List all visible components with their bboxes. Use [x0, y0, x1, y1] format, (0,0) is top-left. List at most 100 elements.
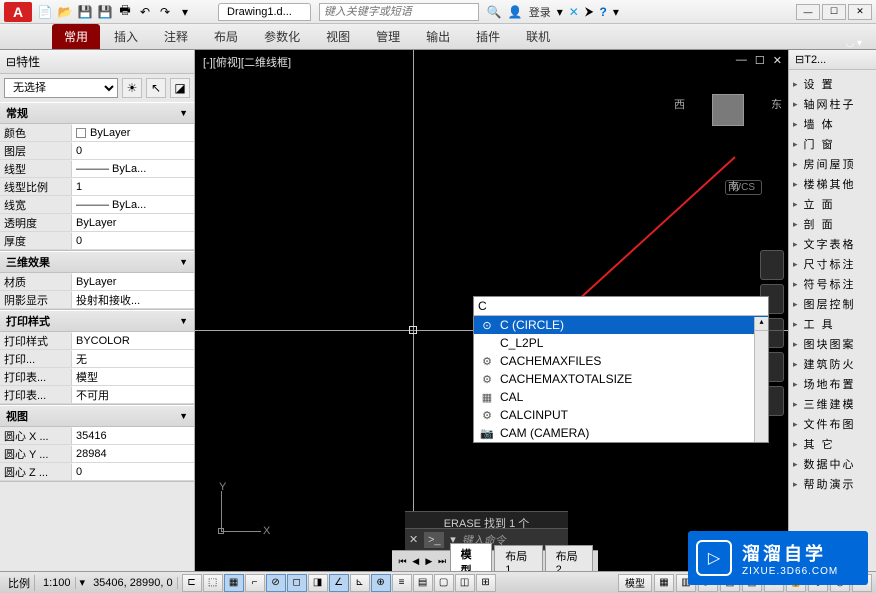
tree-item-other[interactable]: ▸其 它	[791, 434, 874, 454]
tree-item-section[interactable]: ▸剖 面	[791, 214, 874, 234]
suggest-item[interactable]: C_L2PL	[474, 334, 768, 352]
select-objects-icon[interactable]: ↖	[146, 78, 166, 98]
tpy-icon[interactable]: ▤	[413, 574, 433, 592]
prop-value[interactable]: 无	[72, 350, 194, 367]
infer-constraints-icon[interactable]: ⊏	[182, 574, 202, 592]
compass-east[interactable]: 东	[771, 96, 782, 112]
3dosnap-icon[interactable]: ◨	[308, 574, 328, 592]
tab-view[interactable]: 视图	[314, 24, 362, 49]
suggest-item[interactable]: ⚙CALCINPUT	[474, 406, 768, 424]
prop-value-transparency[interactable]: ByLayer	[72, 214, 194, 231]
sc-icon[interactable]: ◫	[455, 574, 475, 592]
prop-value[interactable]: BYCOLOR	[72, 332, 194, 349]
social-icon[interactable]: ⮞	[585, 4, 594, 19]
tree-item-data[interactable]: ▸数据中心	[791, 454, 874, 474]
tab-online[interactable]: 联机	[514, 24, 562, 49]
section-view[interactable]: 视图▼	[0, 405, 194, 427]
ortho-icon[interactable]: ⌐	[245, 574, 265, 592]
prop-value-centery[interactable]: 28984	[72, 445, 194, 462]
view-close-icon[interactable]: ✕	[773, 54, 782, 67]
suggest-item[interactable]: ⚙CACHEMAXTOTALSIZE	[474, 370, 768, 388]
tree-item-symbol[interactable]: ▸符号标注	[791, 274, 874, 294]
prop-value-centerx[interactable]: 35416	[72, 427, 194, 444]
close-button[interactable]: ✕	[848, 4, 872, 20]
view-label[interactable]: [-][俯视][二维线框]	[203, 54, 291, 70]
tab-annotate[interactable]: 注释	[152, 24, 200, 49]
panel-pin-icon[interactable]: ⊟	[6, 55, 16, 69]
search-icon[interactable]: 🔍	[487, 5, 502, 19]
wcs-label[interactable]: WCS	[725, 180, 762, 195]
redo-icon[interactable]: ↷	[156, 3, 174, 21]
tree-item-file[interactable]: ▸文件布图	[791, 414, 874, 434]
compass-west[interactable]: 西	[674, 96, 685, 112]
maximize-button[interactable]: ☐	[822, 4, 846, 20]
tree-item-layer[interactable]: ▸图层控制	[791, 294, 874, 314]
undo-icon[interactable]: ↶	[136, 3, 154, 21]
cmdline-close-icon[interactable]: ✕	[409, 533, 418, 546]
toggle-pickset-icon[interactable]: ◪	[170, 78, 190, 98]
tree-item-settings[interactable]: ▸设 置	[791, 74, 874, 94]
search-input[interactable]	[319, 3, 479, 21]
qview-layouts-icon[interactable]: ▦	[654, 574, 674, 592]
model-space-button[interactable]: 模型	[618, 574, 652, 592]
quick-select-icon[interactable]: ☀	[122, 78, 142, 98]
section-general[interactable]: 常规▼	[0, 102, 194, 124]
scale-dropdown-icon[interactable]: ▾	[80, 576, 86, 589]
tree-item-grid[interactable]: ▸轴网柱子	[791, 94, 874, 114]
qat-dropdown-icon[interactable]: ▾	[176, 3, 194, 21]
document-tab[interactable]: Drawing1.d...	[218, 3, 311, 21]
prop-value-material[interactable]: ByLayer	[72, 273, 194, 290]
tab-first-icon[interactable]: ⏮	[396, 554, 409, 568]
prop-value[interactable]: 不可用	[72, 386, 194, 403]
tab-home[interactable]: 常用	[52, 24, 100, 49]
command-input[interactable]	[478, 299, 508, 313]
app-logo[interactable]: A	[4, 2, 32, 22]
suggest-item[interactable]: ⚙CACHEMAXFILES	[474, 352, 768, 370]
dropdown-icon[interactable]: ▾	[557, 5, 563, 19]
tab-parametric[interactable]: 参数化	[252, 24, 312, 49]
tab-output[interactable]: 输出	[414, 24, 462, 49]
nav-wheel-icon[interactable]	[760, 250, 784, 280]
qp-icon[interactable]: ▢	[434, 574, 454, 592]
suggest-scrollbar[interactable]: ▴	[754, 317, 768, 442]
tree-item-text[interactable]: ▸文字表格	[791, 234, 874, 254]
help-icon[interactable]: ?	[600, 5, 607, 19]
tree-item-stair[interactable]: ▸楼梯其他	[791, 174, 874, 194]
prop-value-lineweight[interactable]: ——— ByLa...	[72, 196, 194, 213]
tree-item-elevation[interactable]: ▸立 面	[791, 194, 874, 214]
tab-last-icon[interactable]: ⏭	[435, 554, 448, 568]
lwt-icon[interactable]: ≡	[392, 574, 412, 592]
prop-value-centerz[interactable]: 0	[72, 463, 194, 480]
tree-item-site[interactable]: ▸场地布置	[791, 374, 874, 394]
am-icon[interactable]: ⊞	[476, 574, 496, 592]
viewcube[interactable]: 北 南 东 西	[688, 70, 768, 150]
ribbon-collapse-icon[interactable]: ◡ ▾	[839, 38, 868, 49]
coords[interactable]: 35406, 28990, 0	[89, 577, 178, 589]
tree-item-tools[interactable]: ▸工 具	[791, 314, 874, 334]
prop-value-linetype[interactable]: ——— ByLa...	[72, 160, 194, 177]
prop-value-thickness[interactable]: 0	[72, 232, 194, 249]
osnap-icon[interactable]: ◻	[287, 574, 307, 592]
cmdline-icon[interactable]: >_	[424, 532, 444, 548]
exchange-icon[interactable]: ✕	[569, 5, 579, 19]
tree-item-wall[interactable]: ▸墙 体	[791, 114, 874, 134]
tab-next-icon[interactable]: ▶	[422, 554, 435, 568]
print-icon[interactable]: 🖶	[116, 3, 134, 21]
viewport[interactable]: [-][俯视][二维线框] — ☐ ✕ 北 南 东 西 WCS	[195, 50, 788, 571]
snap-icon[interactable]: ⬚	[203, 574, 223, 592]
grid-icon[interactable]: ▦	[224, 574, 244, 592]
open-icon[interactable]: 📂	[56, 3, 74, 21]
save-icon[interactable]: 💾	[76, 3, 94, 21]
new-icon[interactable]: 📄	[36, 3, 54, 21]
scale-value[interactable]: 1:100	[39, 577, 76, 589]
prop-value-color[interactable]: ByLayer	[72, 124, 194, 141]
suggest-item-circle[interactable]: ⊙C (CIRCLE)	[474, 316, 768, 334]
suggest-item[interactable]: 📷CAM (CAMERA)	[474, 424, 768, 442]
dyn-icon[interactable]: ⊕	[371, 574, 391, 592]
polar-icon[interactable]: ⊘	[266, 574, 286, 592]
panel-pin-icon[interactable]: ⊟	[795, 53, 804, 66]
tree-item-door[interactable]: ▸门 窗	[791, 134, 874, 154]
ducs-icon[interactable]: ⊾	[350, 574, 370, 592]
tree-item-fire[interactable]: ▸建筑防火	[791, 354, 874, 374]
prop-value-shadow[interactable]: 投射和接收...	[72, 291, 194, 308]
